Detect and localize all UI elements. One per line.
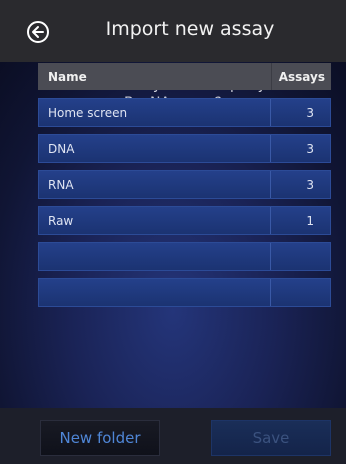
table-row[interactable]: RNA 3 <box>38 170 331 199</box>
column-header-name: Name <box>48 69 87 84</box>
assay-count: 3 <box>270 171 330 198</box>
assay-count: 3 <box>270 99 330 126</box>
folder-name: DNA <box>48 141 75 156</box>
table-row[interactable]: Raw 1 <box>38 206 331 235</box>
back-button[interactable] <box>27 21 49 43</box>
page-title: Import new assay <box>105 18 275 40</box>
assay-count <box>270 279 330 306</box>
table-row[interactable]: DNA 3 <box>38 134 331 163</box>
table-row-empty[interactable] <box>38 242 331 271</box>
folder-name: Home screen <box>48 105 128 120</box>
footer-bar: New folder Save <box>0 408 346 464</box>
assay-count: 3 <box>270 135 330 162</box>
assay-count: 1 <box>270 207 330 234</box>
back-arrow-icon <box>32 26 44 38</box>
folder-name: Raw <box>48 213 74 228</box>
folder-name: RNA <box>48 177 74 192</box>
table-header: Name Assays <box>38 63 331 90</box>
column-header-assays: Assays <box>271 63 331 90</box>
folder-list: Home screen 3 DNA 3 RNA 3 Raw 1 <box>38 98 331 314</box>
assay-count <box>270 243 330 270</box>
new-folder-button[interactable]: New folder <box>40 420 160 456</box>
save-button[interactable]: Save <box>211 420 331 456</box>
header-bar: Import new assay <box>0 0 346 62</box>
table-row[interactable]: Home screen 3 <box>38 98 331 127</box>
table-row-empty[interactable] <box>38 278 331 307</box>
